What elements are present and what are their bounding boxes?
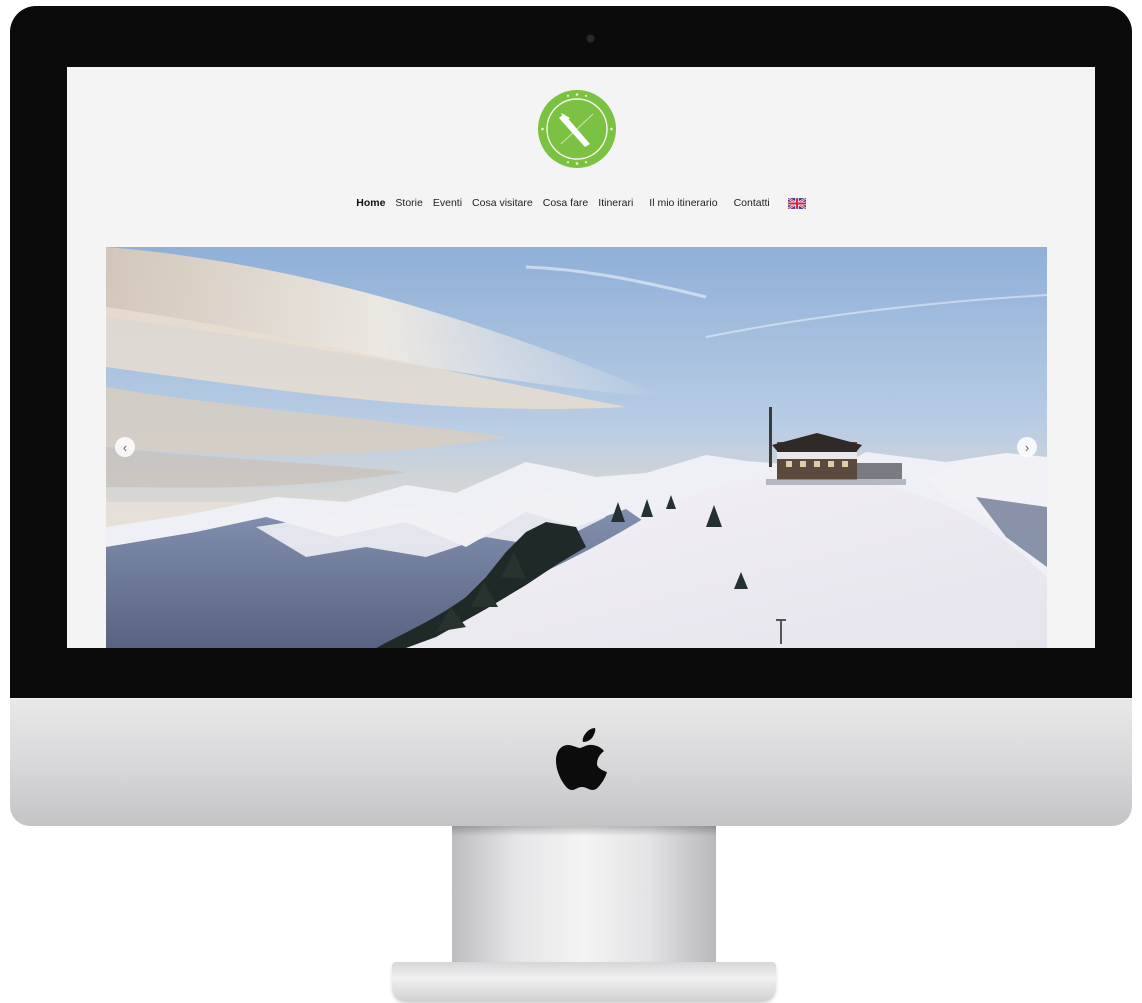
nav-item-cosa-fare[interactable]: Cosa fare <box>543 197 589 209</box>
nav-item-itinerari[interactable]: Itinerari <box>598 197 633 209</box>
compass-logo-icon[interactable] <box>537 89 617 169</box>
apple-logo-icon <box>556 728 607 790</box>
nav-item-cosa-visitare[interactable]: Cosa visitare <box>472 197 533 209</box>
main-nav: Home Storie Eventi Cosa visitare Cosa fa… <box>67 193 1095 213</box>
nav-item-contatti[interactable]: Contatti <box>734 197 770 209</box>
chevron-right-icon: › <box>1024 439 1030 455</box>
imac-stand <box>452 826 716 966</box>
camera-icon <box>587 35 594 42</box>
stand-shadow <box>452 826 716 836</box>
chevron-left-icon: ‹ <box>122 439 128 455</box>
slider-prev-button[interactable]: ‹ <box>115 437 135 457</box>
hero-image-snowy-mountain <box>106 247 1047 648</box>
imac-stand-base <box>392 962 776 1002</box>
nav-item-il-mio-itinerario[interactable]: Il mio itinerario <box>649 197 717 209</box>
imac-device: Home Storie Eventi Cosa visitare Cosa fa… <box>0 0 1142 1003</box>
slider-next-button[interactable]: › <box>1017 437 1037 457</box>
flag-uk-icon[interactable] <box>787 197 806 209</box>
nav-item-storie[interactable]: Storie <box>395 197 422 209</box>
website-viewport: Home Storie Eventi Cosa visitare Cosa fa… <box>67 67 1095 648</box>
nav-item-home[interactable]: Home <box>356 197 385 209</box>
hero-slider[interactable]: ‹ › <box>106 247 1047 648</box>
nav-item-eventi[interactable]: Eventi <box>433 197 462 209</box>
